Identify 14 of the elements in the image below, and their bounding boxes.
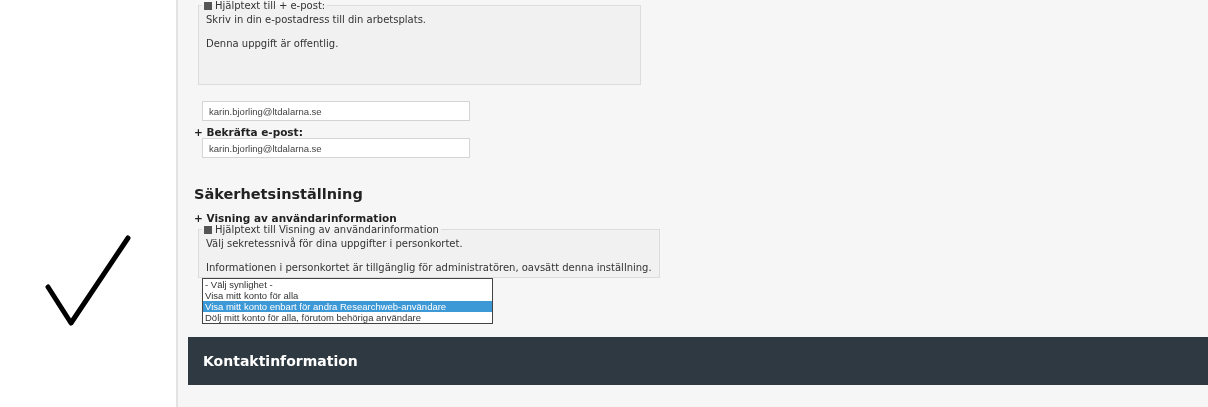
field-label: + Visning av användarinformation	[194, 212, 397, 224]
help-legend: Hjälptext till Visning av användarinformation	[202, 224, 441, 235]
check-icon	[45, 235, 131, 327]
help-text: Skriv in din e-postadress till din arbetsplats.	[206, 14, 428, 25]
help-text: Denna uppgift är offentlig.	[206, 38, 340, 49]
help-legend: Hjälptext till + e-post:	[202, 0, 328, 11]
help-text: Välj sekretessnivå för dina uppgifter i personkortet.	[206, 238, 464, 249]
section-heading: Säkerhetsinställning	[194, 186, 363, 202]
field-label: + Bekräfta e-post:	[194, 126, 303, 138]
help-text: Informationen i personkortet är tillgänglig för administratören, oavsätt denna inställning.	[206, 262, 652, 273]
visibility-listbox[interactable]: - Välj synlighet - Visa mitt konto för alla Visa mitt konto enbart för andra Researchweb-användare Dölj mitt konto för alla, förutom behöriga användare	[202, 278, 493, 324]
confirm-email-field[interactable]: karin.bjorling@ltdalarna.se	[202, 138, 470, 158]
section-title: Kontaktinformation	[203, 353, 358, 369]
email-field[interactable]: karin.bjorling@ltdalarna.se	[202, 101, 470, 121]
